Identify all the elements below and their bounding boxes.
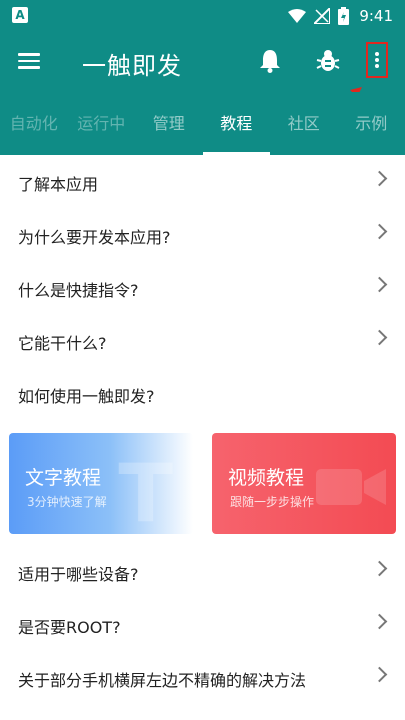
- tab-automation[interactable]: 自动化: [0, 92, 68, 155]
- tutorial-cards: T 文字教程 3分钟快速了解 视频教程 跟随一步步操作: [9, 433, 397, 534]
- tab-community[interactable]: 社区: [270, 92, 338, 155]
- app-bar: 一触即发: [0, 32, 405, 120]
- chevron-right-icon: [371, 170, 388, 187]
- list-item[interactable]: 适用于哪些设备?: [0, 545, 405, 598]
- card-title: 文字教程: [25, 467, 102, 489]
- list-item-label: 什么是快捷指令?: [18, 281, 139, 300]
- list-item-section-header: 如何使用一触即发?: [0, 367, 405, 420]
- tutorial-list: 了解本应用 为什么要开发本应用? 什么是快捷指令? 它能干什么? 如何使用一触即…: [0, 155, 405, 420]
- clock: 9:41: [359, 7, 393, 25]
- bell-icon[interactable]: [255, 46, 285, 76]
- tab-running[interactable]: 运行中: [68, 92, 136, 155]
- app-notification-icon: A: [12, 7, 28, 23]
- chevron-right-icon: [371, 329, 388, 346]
- faq-list: 适用于哪些设备? 是否要ROOT? 关于部分手机横屏左边不精确的解决方法: [0, 545, 405, 704]
- chevron-right-icon: [371, 560, 388, 577]
- list-item-label: 了解本应用: [18, 175, 99, 194]
- chevron-right-icon: [371, 276, 388, 293]
- tab-bar: 自动化 运行中 管理 教程 社区 示例: [0, 92, 405, 155]
- list-item-label: 它能干什么?: [18, 334, 107, 353]
- tab-tutorial[interactable]: 教程: [202, 92, 271, 155]
- app-title: 一触即发: [82, 52, 182, 80]
- video-tutorial-card[interactable]: 视频教程 跟随一步步操作: [212, 433, 396, 534]
- card-subtitle: 3分钟快速了解: [27, 495, 107, 509]
- tab-examples[interactable]: 示例: [338, 92, 405, 155]
- list-item[interactable]: 它能干什么?: [0, 314, 405, 367]
- menu-icon[interactable]: [18, 50, 44, 74]
- list-item[interactable]: 了解本应用: [0, 155, 405, 208]
- card-title: 视频教程: [228, 467, 305, 489]
- video-camera-icon: [316, 469, 386, 505]
- card-subtitle: 跟随一步步操作: [230, 495, 315, 509]
- tab-manage[interactable]: 管理: [135, 92, 203, 155]
- no-signal-icon: [314, 8, 331, 24]
- list-item[interactable]: 是否要ROOT?: [0, 598, 405, 651]
- list-item[interactable]: 关于部分手机横屏左边不精确的解决方法: [0, 651, 405, 704]
- chevron-right-icon: [371, 613, 388, 630]
- list-item[interactable]: 什么是快捷指令?: [0, 261, 405, 314]
- list-item-label: 关于部分手机横屏左边不精确的解决方法: [18, 671, 307, 690]
- list-item-label: 是否要ROOT?: [18, 618, 121, 637]
- text-tutorial-card[interactable]: T 文字教程 3分钟快速了解: [9, 433, 193, 534]
- wifi-icon: [288, 9, 307, 23]
- status-icons: 9:41: [288, 6, 393, 26]
- list-item-label: 如何使用一触即发?: [18, 387, 155, 406]
- more-options-icon[interactable]: [366, 42, 388, 78]
- list-item-label: 为什么要开发本应用?: [18, 228, 171, 247]
- list-item-label: 适用于哪些设备?: [18, 565, 139, 584]
- chevron-right-icon: [371, 223, 388, 240]
- text-decoration-icon: T: [118, 447, 173, 534]
- chevron-right-icon: [371, 666, 388, 683]
- status-bar: A 9:41: [0, 0, 405, 32]
- list-item[interactable]: 为什么要开发本应用?: [0, 208, 405, 261]
- battery-icon: [338, 7, 350, 25]
- bug-icon[interactable]: [313, 46, 343, 76]
